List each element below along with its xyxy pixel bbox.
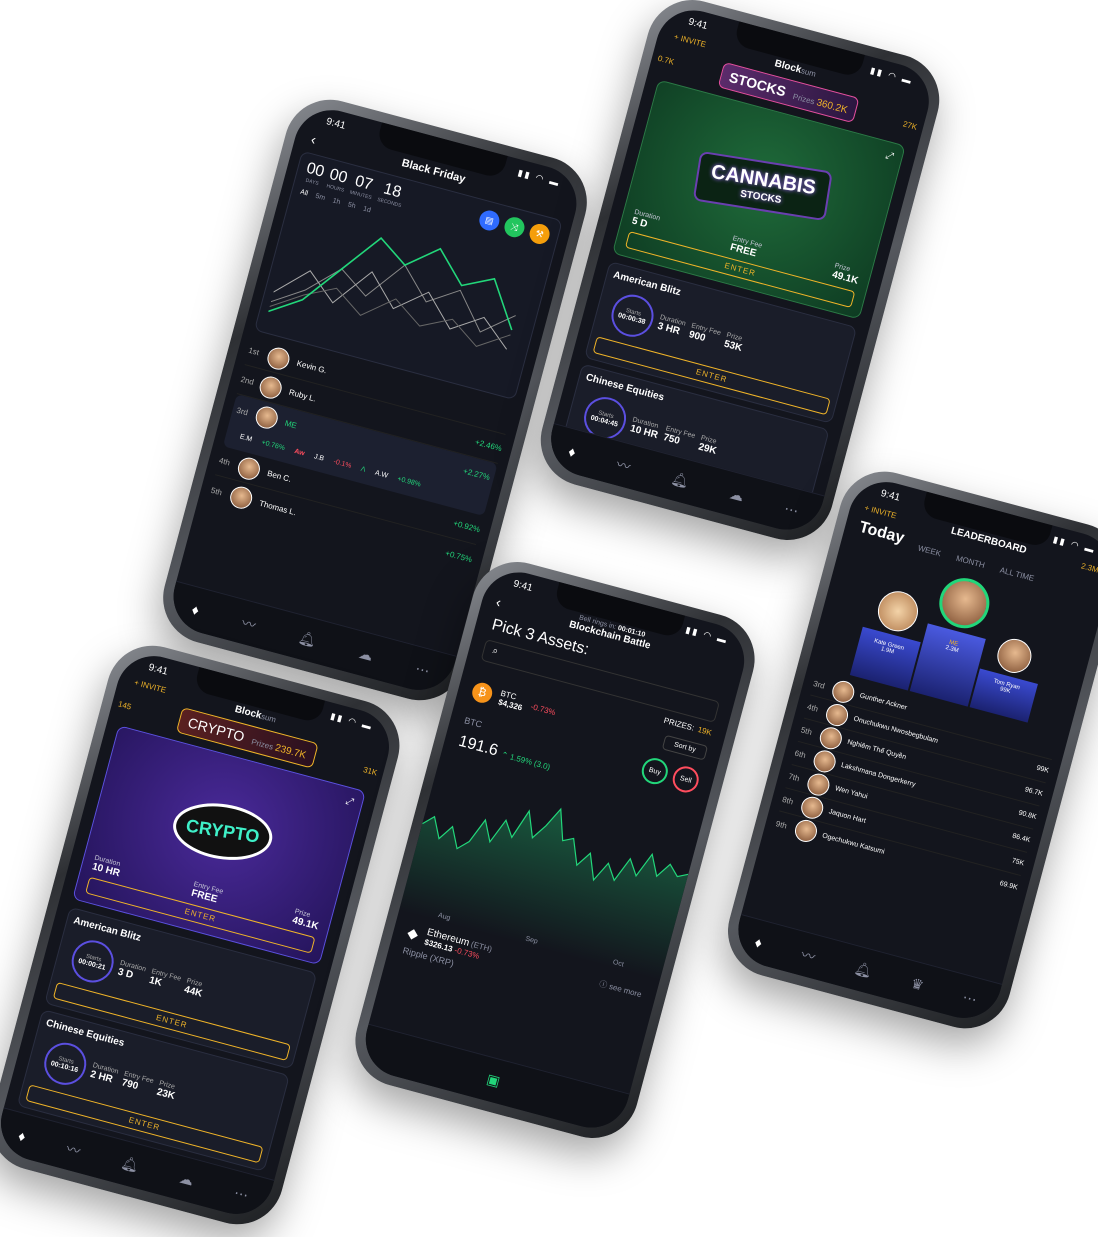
countdown-seconds: 18 SECONDS [376,180,404,210]
trend-icon[interactable]: 〰 [614,454,633,477]
category-prizes: 31K [362,764,379,777]
home-icon[interactable]: ♦ [567,443,578,460]
crypto-logo: CRYPTO [169,796,277,867]
brand-logo-icon: Λ [360,465,367,474]
expand-icon[interactable]: ⤢ [884,150,895,163]
player-pct: +2.27% [462,465,492,482]
trend-icon[interactable]: 〰 [799,944,818,967]
asset-name: J.B [313,452,325,463]
start-timer: Starts 00:00:38 [606,290,659,342]
home-icon[interactable]: ♦ [190,601,201,618]
asset-pct: -0.73% [529,701,557,717]
portfolio-icon[interactable]: ▣ [485,1070,502,1090]
start-timer: Starts 00:00:21 [66,935,119,988]
series-line-me [268,236,513,331]
player-pct: +0.75% [444,548,474,564]
prizes-label: Prizes [250,737,275,752]
brand-logo-icon: Aw [293,447,306,457]
tab-bar: ▣ [357,1023,630,1137]
search-icon: ⌕ [491,645,500,658]
avatar [253,404,281,432]
chart-icon[interactable]: ▤ [477,208,502,233]
rank: 2nd [239,374,255,387]
screen: 9:41 ▮▮ ◠ ▬ + INVITE Blocksum 145 CRYPTO … [0,647,398,1223]
asset-name: A.W [374,469,389,480]
prizes-label: Prizes [791,91,816,107]
bell-icon[interactable]: 🔔︎ [297,629,318,650]
category-name: STOCKS [727,68,788,100]
tab-week[interactable]: WEEK [917,543,942,558]
more-icon[interactable]: ⋯ [782,500,801,520]
prev-category[interactable]: 0.7K [657,53,675,66]
more-icon[interactable]: ⋯ [413,660,432,680]
home-icon[interactable]: ♦ [753,933,764,950]
asset-pct: +0.98% [396,475,422,489]
tab-month[interactable]: MONTH [955,554,986,570]
rank: 4th [217,455,232,468]
asset-pct: +0.76% [260,438,286,452]
rank: 1st [247,345,261,358]
category-prizes: 27K [902,118,919,132]
more-icon[interactable]: ⋯ [961,989,979,1009]
tab-bar: ♦ 〰 🔔︎ ♛ ⋯ [729,914,1003,1027]
player-name: Kevin G. [295,358,328,376]
cloud-icon[interactable]: ☁ [177,1170,196,1190]
avatar [933,572,995,634]
start-timer: Starts 00:10:16 [39,1038,91,1090]
cannabis-logo: CANNABIS STOCKS [692,150,833,221]
avatar [792,817,820,845]
trend-icon[interactable]: 〰 [240,612,259,635]
shuffle-icon[interactable]: ⤨ [502,214,527,240]
avatar [227,484,255,512]
cloud-icon[interactable]: ☁ [357,645,375,665]
avatar [265,344,293,372]
asset-pct: -0.1% [332,457,353,470]
screen: 9:41 ▮▮ ◠ ▬ + INVITE Blocksum 0.7K STOCKS… [542,1,938,539]
back-icon[interactable]: ‹ [309,131,318,148]
trend-icon[interactable]: 〰 [64,1138,83,1161]
bell-icon[interactable]: 🔔︎ [852,959,874,980]
series-line [273,270,508,350]
home-icon[interactable]: ♦ [17,1127,28,1144]
countdown-minutes: 07 MINUTES [348,172,375,202]
phone-crypto: 9:41 ▮▮ ◠ ▬ + INVITE Blocksum 145 CRYPTO … [0,635,410,1235]
countdown-days: 00 DAYS [304,159,327,187]
tab-all-time[interactable]: ALL TIME [999,565,1035,583]
rank: 3rd [235,405,250,417]
bell-icon[interactable]: 🔔︎ [669,470,691,491]
prizes-value: 239.7K [273,742,308,762]
bell-icon[interactable]: 🔔︎ [119,1154,140,1175]
avatar [257,373,285,401]
more-icon[interactable]: ⋯ [232,1184,250,1204]
auction-icon[interactable]: ⚒ [527,221,552,247]
screen: 9:41 ▮▮ ◠ ▬ + INVITE LEADERBOARD 2.3M Tod… [729,473,1098,1027]
player-pct: +2.46% [474,437,503,454]
avatar [235,454,263,482]
player-pct: +0.92% [452,518,482,535]
asset-name: E.M [239,432,253,443]
avatar [993,635,1036,677]
category-name: CRYPTO [186,714,247,745]
phone-leaderboard: 9:41 ▮▮ ◠ ▬ + INVITE LEADERBOARD 2.3M Tod… [717,461,1098,1039]
countdown-hours: 00 HOURS [325,165,350,194]
phone-stocks: 9:41 ▮▮ ◠ ▬ + INVITE Blocksum 0.7K STOCKS… [530,0,950,551]
prizes-value: 360.2K [815,97,849,117]
expand-icon[interactable]: ⤢ [344,796,355,809]
avatar [873,586,923,636]
cloud-icon[interactable]: ☁ [728,485,746,505]
ethereum-icon: ◆ [405,923,421,942]
trophy-icon[interactable]: ♛ [909,975,925,995]
rank: 5th [210,485,224,497]
prev-category[interactable]: 145 [117,699,132,711]
back-icon[interactable]: ‹ [494,594,503,611]
